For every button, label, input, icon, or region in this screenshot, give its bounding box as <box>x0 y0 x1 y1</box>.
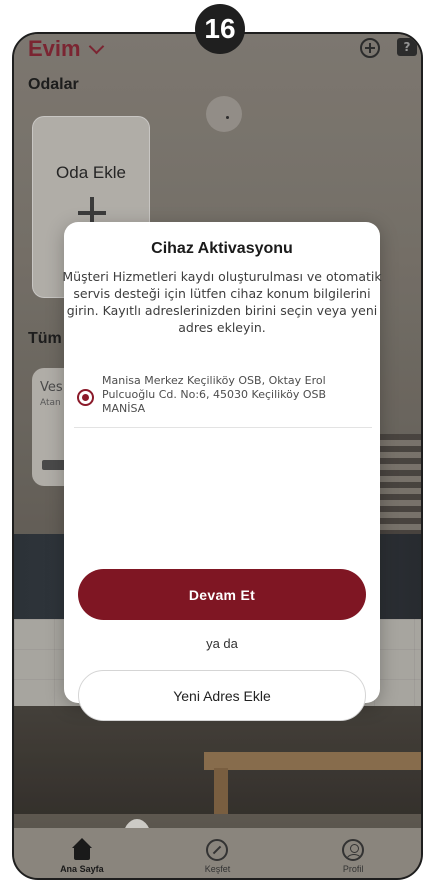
app-screen: Evim ? Odalar Oda Ekle Tüm Ves Atan Ciha… <box>14 34 421 878</box>
continue-button[interactable]: Devam Et <box>78 569 366 620</box>
compass-icon <box>206 839 229 861</box>
phone-frame: Evim ? Odalar Oda Ekle Tüm Ves Atan Ciha… <box>12 32 423 880</box>
address-text: Manisa Merkez Keçiliköy OSB, Oktay Erol … <box>102 374 327 415</box>
address-option[interactable]: Manisa Merkez Keçiliköy OSB, Oktay Erol … <box>74 372 372 428</box>
add-new-address-button[interactable]: Yeni Adres Ekle <box>78 670 366 721</box>
modal-title: Cihaz Aktivasyonu <box>151 240 293 257</box>
modal-description: Müşteri Hizmetleri kaydı oluşturulması v… <box>62 269 382 335</box>
bottom-nav: Ana Sayfa Keşfet Profil <box>14 828 421 878</box>
home-icon <box>71 838 93 862</box>
step-badge: 16 <box>195 4 245 54</box>
nav-item-profile[interactable]: Profil <box>303 828 403 878</box>
nav-label-explore: Keşfet <box>204 864 231 874</box>
profile-icon <box>342 839 365 861</box>
nav-label-profile: Profil <box>342 864 364 874</box>
device-activation-modal: Cihaz Aktivasyonu Müşteri Hizmetleri kay… <box>62 222 382 721</box>
nav-label-home: Ana Sayfa <box>60 864 104 874</box>
nav-item-home[interactable]: Ana Sayfa <box>32 828 132 878</box>
or-separator: ya da <box>206 636 238 651</box>
radio-selected-icon[interactable] <box>77 389 94 406</box>
nav-item-explore[interactable]: Keşfet <box>167 828 267 878</box>
